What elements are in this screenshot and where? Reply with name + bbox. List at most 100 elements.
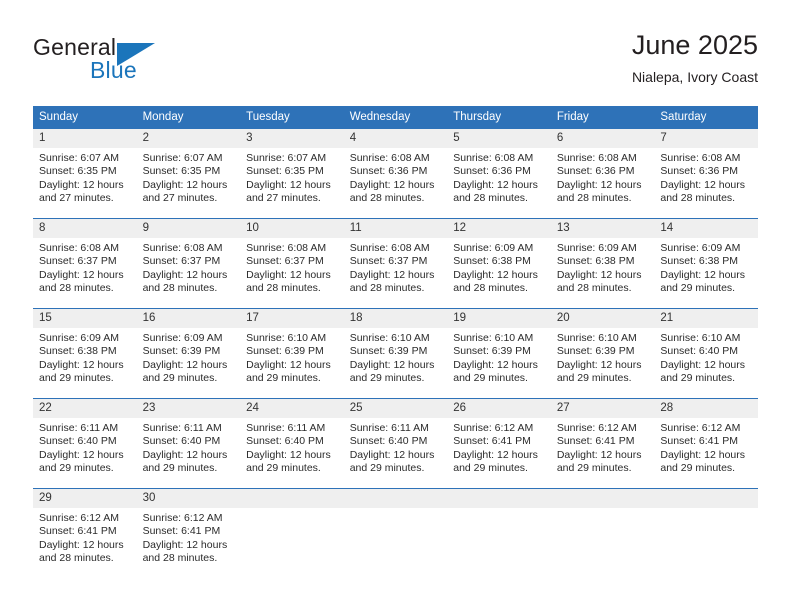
sunrise-text: Sunrise: 6:12 AM [453, 422, 534, 434]
day-cell[interactable]: 3 Sunrise: 6:07 AM Sunset: 6:35 PM Dayli… [240, 128, 344, 219]
daylight-text-line1: Daylight: 12 hours [142, 538, 228, 551]
day-details: Sunrise: 6:10 AM Sunset: 6:40 PM Dayligh… [654, 328, 758, 386]
sunset-text: Sunset: 6:35 PM [142, 165, 221, 178]
day-cell[interactable]: 17 Sunrise: 6:10 AM Sunset: 6:39 PM Dayl… [240, 308, 344, 399]
day-cell[interactable]: 25 Sunrise: 6:11 AM Sunset: 6:40 PM Dayl… [343, 398, 448, 489]
day-cell[interactable]: 9 Sunrise: 6:08 AM Sunset: 6:37 PM Dayli… [136, 218, 241, 309]
day-cell[interactable]: 14 Sunrise: 6:09 AM Sunset: 6:38 PM Dayl… [654, 218, 758, 309]
day-cell[interactable]: 15 Sunrise: 6:09 AM Sunset: 6:38 PM Dayl… [33, 308, 137, 399]
day-cell[interactable]: 21 Sunrise: 6:10 AM Sunset: 6:40 PM Dayl… [654, 308, 758, 399]
sunrise-text: Sunrise: 6:08 AM [349, 152, 430, 164]
day-cell[interactable]: 27 Sunrise: 6:12 AM Sunset: 6:41 PM Dayl… [550, 398, 655, 489]
sunset-text: Sunset: 6:41 PM [660, 435, 739, 448]
daylight-text-line2: and 29 minutes. [349, 372, 425, 385]
day-cell[interactable]: 16 Sunrise: 6:09 AM Sunset: 6:39 PM Dayl… [136, 308, 241, 399]
sunrise-text: Sunrise: 6:10 AM [453, 332, 534, 344]
day-number: 23 [136, 399, 241, 418]
day-number: 24 [240, 399, 344, 418]
day-cell[interactable]: 8 Sunrise: 6:08 AM Sunset: 6:37 PM Dayli… [33, 218, 137, 309]
day-details: Sunrise: 6:08 AM Sunset: 6:36 PM Dayligh… [551, 148, 655, 206]
sunrise-text: Sunrise: 6:09 AM [142, 332, 223, 344]
sunrise-text: Sunrise: 6:07 AM [39, 152, 119, 164]
daylight-text-line1: Daylight: 12 hours [660, 178, 746, 191]
daylight-text-line2: and 29 minutes. [660, 372, 736, 385]
daylight-text-line2: and 27 minutes. [246, 192, 321, 205]
calendar-week-row: 1 Sunrise: 6:07 AM Sunset: 6:35 PM Dayli… [33, 128, 758, 219]
day-details: Sunrise: 6:12 AM Sunset: 6:41 PM Dayligh… [447, 418, 551, 476]
sunrise-text: Sunrise: 6:09 AM [453, 242, 534, 254]
day-cell[interactable]: 2 Sunrise: 6:07 AM Sunset: 6:35 PM Dayli… [136, 128, 241, 219]
weekday-header-sunday: Sunday [33, 106, 137, 129]
sunset-text: Sunset: 6:39 PM [246, 345, 324, 358]
day-number: 28 [654, 399, 758, 418]
daylight-text-line2: and 27 minutes. [39, 192, 114, 205]
day-cell[interactable]: 11 Sunrise: 6:08 AM Sunset: 6:37 PM Dayl… [343, 218, 448, 309]
day-details: Sunrise: 6:12 AM Sunset: 6:41 PM Dayligh… [654, 418, 758, 476]
day-number: 22 [33, 399, 137, 418]
day-details: Sunrise: 6:11 AM Sunset: 6:40 PM Dayligh… [33, 418, 137, 476]
day-cell[interactable]: 24 Sunrise: 6:11 AM Sunset: 6:40 PM Dayl… [240, 398, 344, 489]
sunset-text: Sunset: 6:41 PM [556, 435, 635, 448]
sunset-text: Sunset: 6:38 PM [453, 255, 531, 268]
day-cell[interactable]: 5 Sunrise: 6:08 AM Sunset: 6:36 PM Dayli… [447, 128, 551, 219]
day-number: 3 [240, 129, 344, 148]
sunset-text: Sunset: 6:38 PM [39, 345, 117, 358]
day-cell[interactable]: 20 Sunrise: 6:10 AM Sunset: 6:39 PM Dayl… [550, 308, 655, 399]
sunrise-text: Sunrise: 6:11 AM [39, 422, 119, 434]
day-cell[interactable]: 1 Sunrise: 6:07 AM Sunset: 6:35 PM Dayli… [33, 128, 137, 219]
daylight-text-line2: and 28 minutes. [142, 552, 218, 565]
daylight-text-line2: and 28 minutes. [39, 282, 114, 295]
day-cell[interactable]: 29 Sunrise: 6:12 AM Sunset: 6:41 PM Dayl… [33, 488, 137, 579]
title-block: June 2025 Nialepa, Ivory Coast [632, 28, 758, 88]
brand-logo[interactable]: General Blue [33, 34, 213, 86]
brand-logo-blue-text: Blue [90, 57, 137, 83]
daylight-text-line2: and 28 minutes. [556, 192, 632, 205]
day-number: 4 [343, 129, 448, 148]
daylight-text-line2: and 29 minutes. [660, 462, 736, 475]
day-cell-empty [343, 488, 448, 579]
calendar-week-row: 29 Sunrise: 6:12 AM Sunset: 6:41 PM Dayl… [33, 488, 758, 579]
daylight-text-line1: Daylight: 12 hours [142, 358, 228, 371]
sunset-text: Sunset: 6:40 PM [349, 435, 428, 448]
sunrise-text: Sunrise: 6:10 AM [246, 332, 327, 344]
calendar-body: 1 Sunrise: 6:07 AM Sunset: 6:35 PM Dayli… [33, 128, 758, 579]
day-cell-empty [550, 488, 655, 579]
day-cell[interactable]: 26 Sunrise: 6:12 AM Sunset: 6:41 PM Dayl… [447, 398, 551, 489]
day-details: Sunrise: 6:10 AM Sunset: 6:39 PM Dayligh… [240, 328, 344, 386]
day-number [240, 489, 344, 508]
sunset-text: Sunset: 6:41 PM [39, 525, 117, 538]
day-cell-empty [240, 488, 344, 579]
day-details: Sunrise: 6:12 AM Sunset: 6:41 PM Dayligh… [137, 508, 241, 566]
sunrise-text: Sunrise: 6:08 AM [349, 242, 430, 254]
day-details: Sunrise: 6:09 AM Sunset: 6:38 PM Dayligh… [654, 238, 758, 296]
sunset-text: Sunset: 6:38 PM [556, 255, 635, 268]
day-cell[interactable]: 7 Sunrise: 6:08 AM Sunset: 6:36 PM Dayli… [654, 128, 758, 219]
daylight-text-line2: and 29 minutes. [246, 462, 321, 475]
day-cell[interactable]: 30 Sunrise: 6:12 AM Sunset: 6:41 PM Dayl… [136, 488, 241, 579]
day-cell[interactable]: 4 Sunrise: 6:08 AM Sunset: 6:36 PM Dayli… [343, 128, 448, 219]
day-details: Sunrise: 6:11 AM Sunset: 6:40 PM Dayligh… [240, 418, 344, 476]
weekday-header-tuesday: Tuesday [240, 106, 344, 129]
day-cell[interactable]: 19 Sunrise: 6:10 AM Sunset: 6:39 PM Dayl… [447, 308, 551, 399]
daylight-text-line1: Daylight: 12 hours [142, 448, 228, 461]
day-cell[interactable]: 10 Sunrise: 6:08 AM Sunset: 6:37 PM Dayl… [240, 218, 344, 309]
daylight-text-line1: Daylight: 12 hours [246, 448, 331, 461]
sunset-text: Sunset: 6:39 PM [453, 345, 531, 358]
day-cell[interactable]: 6 Sunrise: 6:08 AM Sunset: 6:36 PM Dayli… [550, 128, 655, 219]
sunset-text: Sunset: 6:40 PM [246, 435, 324, 448]
day-cell[interactable]: 18 Sunrise: 6:10 AM Sunset: 6:39 PM Dayl… [343, 308, 448, 399]
day-cell[interactable]: 12 Sunrise: 6:09 AM Sunset: 6:38 PM Dayl… [447, 218, 551, 309]
day-cell[interactable]: 28 Sunrise: 6:12 AM Sunset: 6:41 PM Dayl… [654, 398, 758, 489]
daylight-text-line2: and 29 minutes. [453, 462, 528, 475]
day-cell[interactable]: 22 Sunrise: 6:11 AM Sunset: 6:40 PM Dayl… [33, 398, 137, 489]
daylight-text-line2: and 29 minutes. [39, 372, 114, 385]
sunrise-text: Sunrise: 6:10 AM [660, 332, 741, 344]
day-details: Sunrise: 6:08 AM Sunset: 6:36 PM Dayligh… [344, 148, 448, 206]
daylight-text-line1: Daylight: 12 hours [39, 268, 124, 281]
daylight-text-line1: Daylight: 12 hours [556, 358, 642, 371]
day-number: 21 [654, 309, 758, 328]
daylight-text-line2: and 29 minutes. [246, 372, 321, 385]
calendar-page: General Blue June 2025 Nialepa, Ivory Co… [0, 0, 792, 612]
day-cell[interactable]: 23 Sunrise: 6:11 AM Sunset: 6:40 PM Dayl… [136, 398, 241, 489]
day-cell[interactable]: 13 Sunrise: 6:09 AM Sunset: 6:38 PM Dayl… [550, 218, 655, 309]
